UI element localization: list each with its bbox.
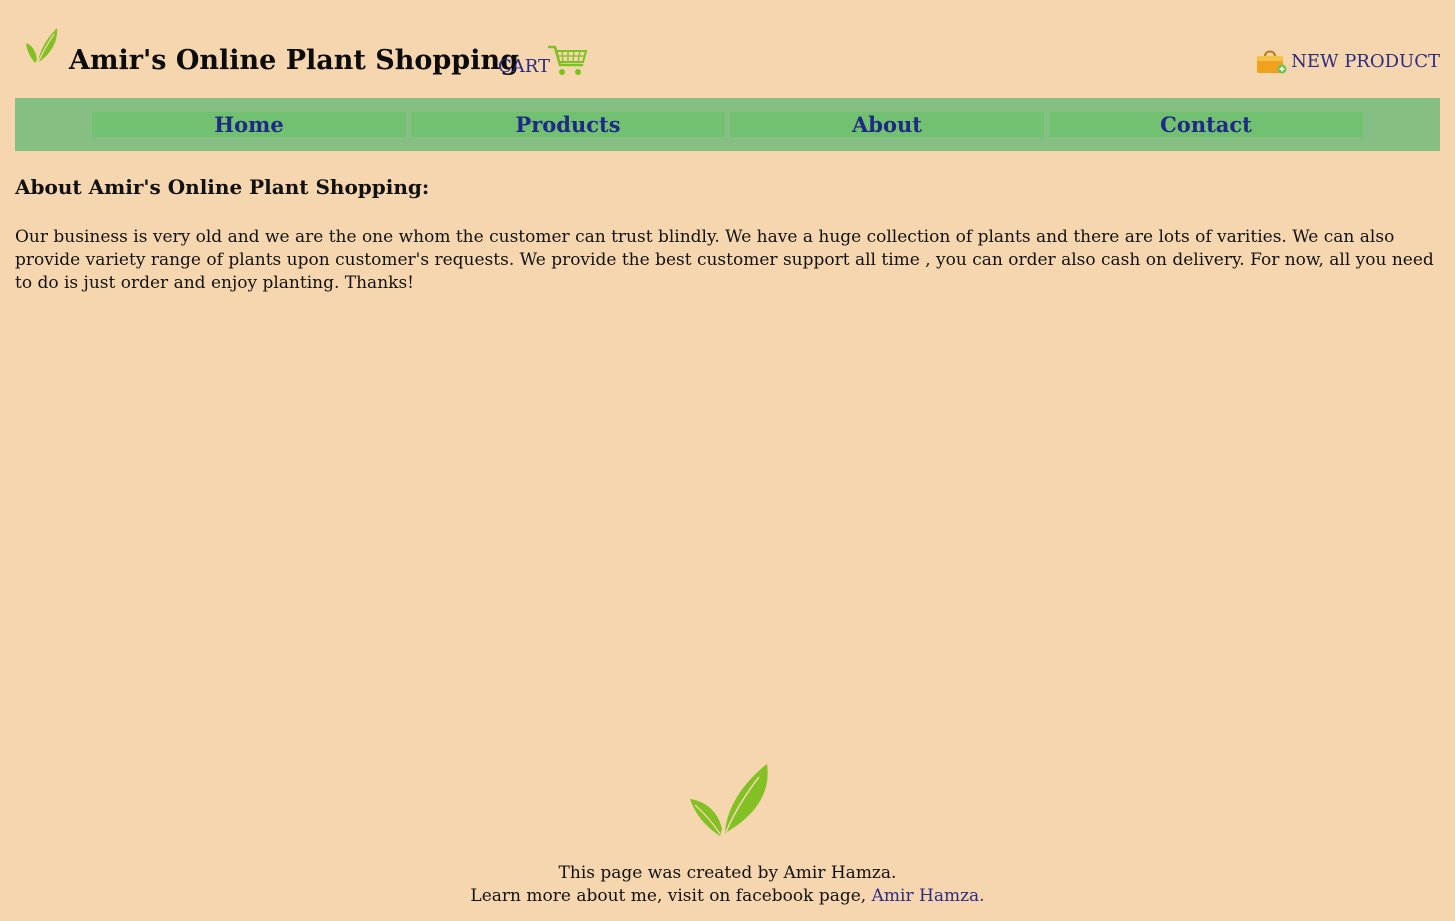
nav-item-about[interactable]: About: [730, 112, 1044, 137]
nav-item-contact[interactable]: Contact: [1049, 112, 1363, 137]
leaf-icon: [690, 764, 768, 836]
shopping-cart-icon[interactable]: [548, 43, 588, 77]
main-nav: Home Products About Contact: [15, 98, 1440, 151]
footer-created-by: This page was created by Amir Hamza.: [558, 863, 897, 883]
nav-item-products[interactable]: Products: [411, 112, 725, 137]
leaf-icon[interactable]: [23, 26, 59, 66]
footer-learn-more-text: Learn more about me, visit on facebook p…: [470, 886, 867, 906]
site-header: Amir's Online Plant Shopping CART NEW PR…: [0, 0, 1455, 98]
nav-item-home[interactable]: Home: [92, 112, 406, 137]
shopping-bag-icon: [1257, 50, 1287, 74]
footer-learn-more: Learn more about me, visit on facebook p…: [0, 885, 1455, 908]
about-paragraph: Our business is very old and we are the …: [15, 227, 1434, 293]
facebook-link[interactable]: Amir Hamza.: [872, 886, 985, 906]
cart-link[interactable]: CART: [498, 58, 550, 76]
footer: This page was created by Amir Hamza. Lea…: [0, 862, 1455, 908]
cart-label: CART: [498, 56, 551, 77]
new-product-label: NEW PRODUCT: [1291, 50, 1440, 72]
new-product-link[interactable]: NEW PRODUCT: [1255, 47, 1440, 75]
site-title: Amir's Online Plant Shopping: [69, 45, 519, 76]
about-heading: About Amir's Online Plant Shopping:: [15, 175, 430, 199]
